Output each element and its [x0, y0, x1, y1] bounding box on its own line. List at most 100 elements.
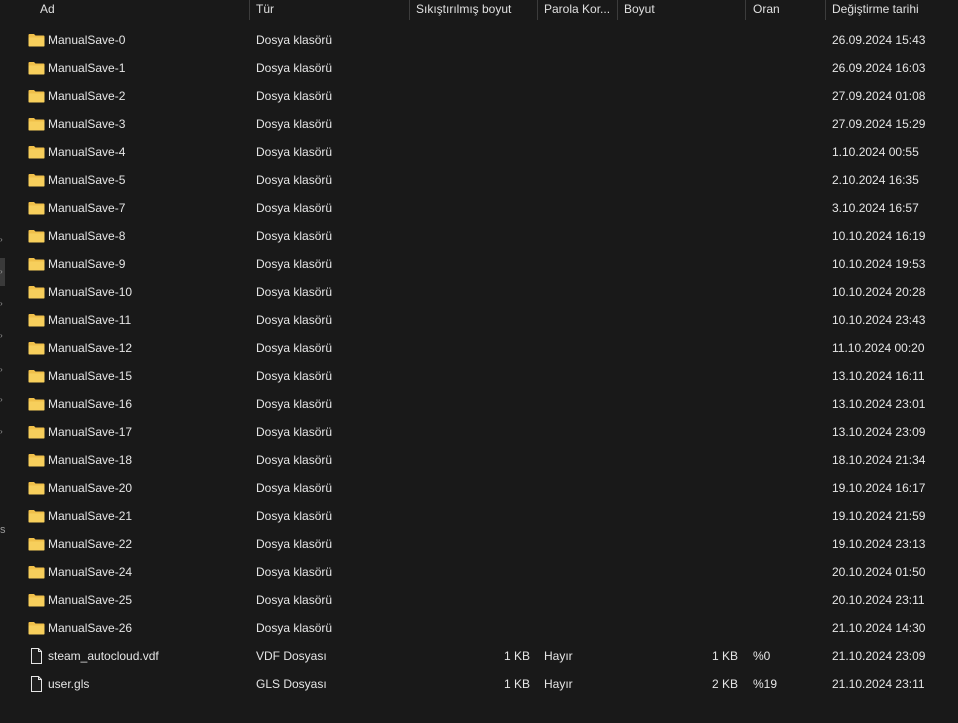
file-row[interactable]: ManualSave-9 Dosya klasörü 10.10.2024 19:5…: [0, 250, 958, 278]
folder-icon: [28, 285, 45, 299]
column-header-password-protected[interactable]: Parola Kor...: [544, 0, 614, 20]
file-row[interactable]: ManualSave-16 Dosya klasörü 13.10.2024 23:…: [0, 390, 958, 418]
folder-icon: [28, 313, 45, 327]
file-row[interactable]: ManualSave-10 Dosya klasörü 10.10.2024 20:…: [0, 278, 958, 306]
file-type: Dosya klasörü: [256, 89, 333, 103]
file-row[interactable]: ManualSave-2 Dosya klasörü 27.09.2024 01:0…: [0, 82, 958, 110]
file-type: Dosya klasörü: [256, 257, 333, 271]
file-name: ManualSave-2: [48, 89, 126, 103]
file-row[interactable]: ManualSave-25 Dosya klasörü 20.10.2024 23:…: [0, 586, 958, 614]
file-row[interactable]: ManualSave-26 Dosya klasörü 21.10.2024 14:…: [0, 614, 958, 642]
file-row[interactable]: ManualSave-4 Dosya klasörü 1.10.2024 00:55: [0, 138, 958, 166]
file-size: [618, 54, 738, 82]
file-type: Dosya klasörü: [256, 509, 333, 523]
file-name: ManualSave-16: [48, 397, 133, 411]
modified-date: 19.10.2024 21:59: [832, 509, 926, 523]
column-header-modified-date[interactable]: Değiştirme tarihi: [832, 0, 956, 20]
file-type: Dosya klasörü: [256, 285, 333, 299]
file-row[interactable]: ManualSave-7 Dosya klasörü 3.10.2024 16:57: [0, 194, 958, 222]
folder-icon: [28, 89, 45, 103]
column-resize-handle[interactable]: [409, 0, 410, 20]
file-type: Dosya klasörü: [256, 481, 333, 495]
file-name: ManualSave-26: [48, 621, 133, 635]
column-header-compressed-size[interactable]: Sıkıştırılmış boyut: [416, 0, 534, 20]
column-resize-handle[interactable]: [249, 0, 250, 20]
column-header-name[interactable]: Ad: [40, 0, 245, 20]
folder-icon: [28, 173, 45, 187]
file-row[interactable]: ManualSave-17 Dosya klasörü 13.10.2024 23:…: [0, 418, 958, 446]
file-name: ManualSave-21: [48, 509, 133, 523]
column-header-ratio[interactable]: Oran: [753, 0, 823, 20]
compressed-size: [410, 502, 530, 530]
compressed-size: [410, 334, 530, 362]
file-type: Dosya klasörü: [256, 33, 333, 47]
file-row[interactable]: ManualSave-0 Dosya klasörü 26.09.2024 15:4…: [0, 26, 958, 54]
file-size: 2 KB: [711, 677, 738, 691]
modified-date: 13.10.2024 16:11: [832, 369, 925, 383]
folder-icon: [28, 425, 45, 439]
file-name: ManualSave-3: [48, 117, 126, 131]
file-row[interactable]: ManualSave-11 Dosya klasörü 10.10.2024 23:…: [0, 306, 958, 334]
file-type: Dosya klasörü: [256, 621, 333, 635]
file-size: [618, 502, 738, 530]
file-type: Dosya klasörü: [256, 397, 333, 411]
file-size: [618, 418, 738, 446]
column-header-size[interactable]: Boyut: [624, 0, 740, 20]
file-size: [618, 586, 738, 614]
file-size: [618, 474, 738, 502]
file-row[interactable]: ManualSave-18 Dosya klasörü 18.10.2024 21:…: [0, 446, 958, 474]
column-header-type[interactable]: Tür: [256, 0, 406, 20]
file-name: ManualSave-5: [48, 173, 126, 187]
column-resize-handle[interactable]: [825, 0, 826, 20]
file-type: Dosya klasörü: [256, 453, 333, 467]
file-size: [618, 362, 738, 390]
folder-icon: [28, 397, 45, 411]
file-name: ManualSave-17: [48, 425, 133, 439]
modified-date: 21.10.2024 23:09: [832, 649, 926, 663]
file-name: ManualSave-8: [48, 229, 126, 243]
file-row[interactable]: ManualSave-20 Dosya klasörü 19.10.2024 16:…: [0, 474, 958, 502]
column-resize-handle[interactable]: [745, 0, 746, 20]
modified-date: 18.10.2024 21:34: [832, 453, 926, 467]
file-type: Dosya klasörü: [256, 537, 333, 551]
file-size: [618, 222, 738, 250]
file-type: Dosya klasörü: [256, 117, 333, 131]
modified-date: 11.10.2024 00:20: [832, 341, 925, 355]
compressed-size: [410, 166, 530, 194]
file-size: [618, 530, 738, 558]
file-name: ManualSave-24: [48, 565, 133, 579]
modified-date: 19.10.2024 16:17: [832, 481, 926, 495]
file-row[interactable]: ManualSave-5 Dosya klasörü 2.10.2024 16:35: [0, 166, 958, 194]
compressed-size: [410, 26, 530, 54]
file-row[interactable]: user.gls GLS Dosyası 1 KB Hayır 2 KB %19 21.10…: [0, 670, 958, 698]
file-row[interactable]: ManualSave-8 Dosya klasörü 10.10.2024 16:1…: [0, 222, 958, 250]
file-size: [618, 390, 738, 418]
file-name: ManualSave-20: [48, 481, 133, 495]
file-type: Dosya klasörü: [256, 201, 333, 215]
file-row[interactable]: ManualSave-24 Dosya klasörü 20.10.2024 01:…: [0, 558, 958, 586]
file-row[interactable]: ManualSave-15 Dosya klasörü 13.10.2024 16:…: [0, 362, 958, 390]
file-row[interactable]: ManualSave-22 Dosya klasörü 19.10.2024 23:…: [0, 530, 958, 558]
folder-icon: [28, 117, 45, 131]
compressed-size: [410, 614, 530, 642]
modified-date: 10.10.2024 23:43: [832, 313, 926, 327]
file-type: VDF Dosyası: [256, 649, 327, 663]
file-type: Dosya klasörü: [256, 229, 333, 243]
column-resize-handle[interactable]: [617, 0, 618, 20]
file-row[interactable]: ManualSave-12 Dosya klasörü 11.10.2024 00:…: [0, 334, 958, 362]
file-type: Dosya klasörü: [256, 173, 333, 187]
modified-date: 27.09.2024 15:29: [832, 117, 926, 131]
folder-icon: [28, 257, 45, 271]
file-row[interactable]: steam_autocloud.vdf VDF Dosyası 1 KB Hayır 1…: [0, 642, 958, 670]
folder-icon: [28, 229, 45, 243]
file-size: [618, 138, 738, 166]
file-row[interactable]: ManualSave-21 Dosya klasörü 19.10.2024 21:…: [0, 502, 958, 530]
file-size: [618, 306, 738, 334]
file-row[interactable]: ManualSave-3 Dosya klasörü 27.09.2024 15:2…: [0, 110, 958, 138]
file-name: ManualSave-12: [48, 341, 133, 355]
file-type: Dosya klasörü: [256, 61, 333, 75]
file-row[interactable]: ManualSave-1 Dosya klasörü 26.09.2024 16:0…: [0, 54, 958, 82]
folder-icon: [28, 481, 45, 495]
file-size: [618, 194, 738, 222]
column-resize-handle[interactable]: [537, 0, 538, 20]
